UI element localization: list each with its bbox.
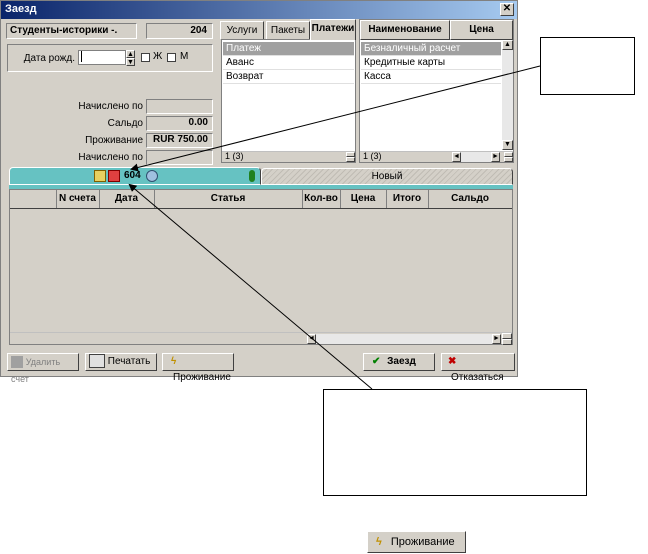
arrow-to-account-tab [130, 65, 541, 172]
tab-payments[interactable]: Платежи [310, 19, 356, 40]
arrow-to-account-icons [128, 183, 373, 390]
stay-button-sample[interactable]: ϟ Проживание [367, 531, 466, 553]
callout-arrows [128, 65, 541, 390]
lightning-icon: ϟ [376, 536, 382, 548]
